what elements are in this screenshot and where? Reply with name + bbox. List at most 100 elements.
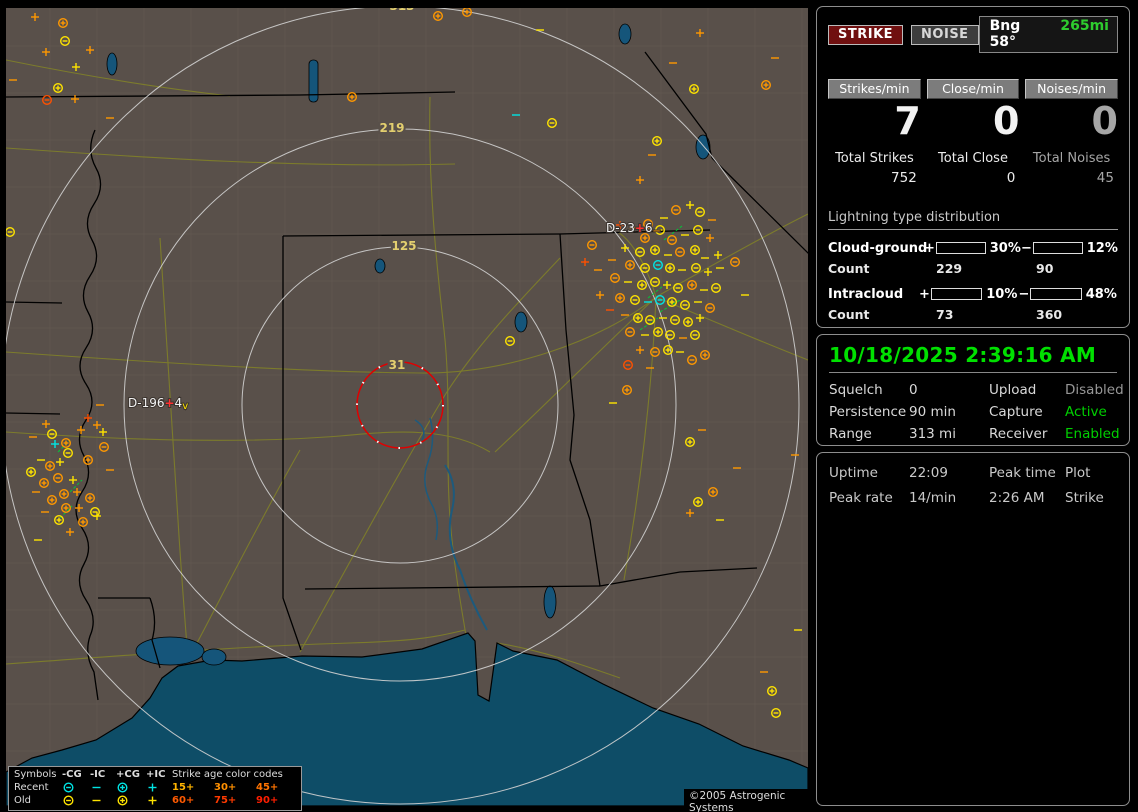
strikes-per-min-button[interactable]: Strikes/min bbox=[828, 79, 921, 99]
legend-recent-pos-cg-icon bbox=[116, 781, 146, 794]
legend-col-pos-ic: +IC bbox=[146, 769, 172, 781]
receiver-status: Enabled bbox=[1065, 426, 1124, 442]
ic-positive-count: 73 bbox=[936, 307, 1036, 322]
svg-text:D-196+4v: D-196+4v bbox=[128, 396, 188, 412]
cg-positive-count: 229 bbox=[936, 261, 1036, 276]
intracloud-count-row: Count 73 360 bbox=[828, 307, 1118, 322]
legend-recent-neg-ic-icon bbox=[90, 781, 116, 794]
uptime-value: 22:09 bbox=[909, 465, 989, 481]
ic-positive-bar bbox=[931, 288, 982, 300]
legend-age-90: 90+ bbox=[256, 795, 296, 807]
legend-age-45: 45+ bbox=[256, 782, 296, 794]
cloud-ground-label: Cloud-ground bbox=[828, 241, 924, 256]
strikes-per-min-meter: Strikes/min 7 Total Strikes 752 bbox=[828, 79, 921, 186]
persistence-value: 90 min bbox=[909, 404, 989, 420]
upload-status: Disabled bbox=[1065, 382, 1124, 398]
noises-per-min-value: 0 bbox=[1025, 101, 1118, 143]
total-close-label: Total Close bbox=[927, 151, 1020, 166]
legend-row-recent-label: Recent bbox=[14, 782, 62, 794]
range-value: 313 mi bbox=[909, 426, 989, 442]
app-window: 31321912531 D-23+6−D-196+4v Symbols -CG … bbox=[0, 0, 1138, 812]
noise-button[interactable]: NOISE bbox=[911, 25, 979, 45]
cg-negative-bar bbox=[1033, 242, 1083, 254]
ic-negative-pct: 48% bbox=[1084, 287, 1118, 302]
ic-positive-pct: 10% bbox=[984, 287, 1018, 302]
range-label: Range bbox=[829, 426, 909, 442]
bearing-distance: 265mi bbox=[1048, 18, 1109, 50]
total-noises-value: 45 bbox=[1025, 170, 1118, 186]
legend-col-pos-cg: +CG bbox=[116, 769, 146, 781]
minus-sign: − bbox=[1018, 287, 1028, 302]
cg-positive-bar bbox=[936, 242, 986, 254]
svg-text:219: 219 bbox=[379, 121, 404, 135]
strike-counters-box: STRIKE NOISE Bng 58° 265mi Strikes/min 7… bbox=[816, 6, 1130, 328]
legend-old-neg-cg-icon bbox=[62, 794, 90, 807]
close-per-min-button[interactable]: Close/min bbox=[927, 79, 1020, 99]
cloud-ground-row: Cloud-ground + 30% − 12% bbox=[828, 241, 1118, 256]
legend-old-pos-ic-icon bbox=[146, 794, 172, 807]
legend-age-60: 60+ bbox=[172, 795, 214, 807]
plus-sign: + bbox=[924, 241, 934, 256]
legend-age-15: 15+ bbox=[172, 782, 214, 794]
persistence-label: Persistence bbox=[829, 404, 909, 420]
legend-age-75: 75+ bbox=[214, 795, 256, 807]
session-stats-box: Uptime 22:09 Peak time Plot Peak rate 14… bbox=[816, 452, 1130, 806]
peak-time-value: 2:26 AM bbox=[989, 490, 1065, 506]
bearing-value: Bng 58° bbox=[990, 18, 1049, 50]
plot-label: Plot bbox=[1065, 465, 1117, 481]
peak-rate-value: 14/min bbox=[909, 490, 989, 506]
close-per-min-meter: Close/min 0 Total Close 0 bbox=[927, 79, 1020, 186]
receiver-status-box: 10/18/2025 2:39:16 AM Squelch 0 Upload D… bbox=[816, 334, 1130, 446]
strikes-per-min-value: 7 bbox=[828, 101, 921, 143]
total-strikes-label: Total Strikes bbox=[828, 151, 921, 166]
count-label: Count bbox=[828, 261, 924, 276]
legend-symbols-label: Symbols bbox=[14, 769, 62, 781]
cg-negative-pct: 12% bbox=[1085, 241, 1118, 256]
status-panel: STRIKE NOISE Bng 58° 265mi Strikes/min 7… bbox=[814, 0, 1138, 812]
legend-col-neg-cg: -CG bbox=[62, 769, 90, 781]
svg-text:31: 31 bbox=[389, 358, 406, 372]
symbols-legend: Symbols -CG -IC +CG +IC Strike age color… bbox=[8, 766, 302, 811]
legend-age-title: Strike age color codes bbox=[172, 769, 296, 781]
divider bbox=[829, 372, 1117, 373]
intracloud-row: Intracloud + 10% − 48% bbox=[828, 287, 1118, 302]
legend-col-neg-ic: -IC bbox=[90, 769, 116, 781]
count-label: Count bbox=[828, 307, 924, 322]
total-strikes-value: 752 bbox=[828, 170, 921, 186]
lightning-map[interactable]: 31321912531 D-23+6−D-196+4v Symbols -CG … bbox=[0, 0, 812, 812]
legend-old-neg-ic-icon bbox=[90, 794, 116, 807]
capture-label: Capture bbox=[989, 404, 1065, 420]
distribution-title: Lightning type distribution bbox=[828, 210, 1118, 230]
receiver-label: Receiver bbox=[989, 426, 1065, 442]
legend-recent-pos-ic-icon bbox=[146, 781, 172, 794]
noises-per-min-meter: Noises/min 0 Total Noises 45 bbox=[1025, 79, 1118, 186]
strike-button[interactable]: STRIKE bbox=[828, 25, 903, 45]
squelch-value: 0 bbox=[909, 382, 989, 398]
noises-per-min-button[interactable]: Noises/min bbox=[1025, 79, 1118, 99]
legend-old-pos-cg-icon bbox=[116, 794, 146, 807]
copyright-text: ©2005 Astrogenic Systems bbox=[684, 789, 812, 812]
upload-label: Upload bbox=[989, 382, 1065, 398]
peak-time-label: Peak time bbox=[989, 465, 1065, 481]
minus-sign: − bbox=[1021, 241, 1031, 256]
plot-mode-value: Strike bbox=[1065, 490, 1117, 506]
uptime-label: Uptime bbox=[829, 465, 909, 481]
squelch-label: Squelch bbox=[829, 382, 909, 398]
plus-sign: + bbox=[919, 287, 929, 302]
total-close-value: 0 bbox=[927, 170, 1020, 186]
bearing-readout: Bng 58° 265mi bbox=[979, 16, 1118, 53]
ic-negative-bar bbox=[1030, 288, 1081, 300]
cloud-ground-count-row: Count 229 90 bbox=[828, 261, 1118, 276]
map-canvas[interactable]: 31321912531 D-23+6−D-196+4v bbox=[0, 0, 812, 812]
intracloud-label: Intracloud bbox=[828, 287, 919, 302]
legend-age-30: 30+ bbox=[214, 782, 256, 794]
peak-rate-label: Peak rate bbox=[829, 490, 909, 506]
capture-status: Active bbox=[1065, 404, 1124, 420]
cg-positive-pct: 30% bbox=[988, 241, 1021, 256]
legend-recent-neg-cg-icon bbox=[62, 781, 90, 794]
legend-row-old-label: Old bbox=[14, 795, 62, 807]
datetime-display: 10/18/2025 2:39:16 AM bbox=[829, 343, 1117, 367]
close-per-min-value: 0 bbox=[927, 101, 1020, 143]
svg-text:125: 125 bbox=[391, 239, 416, 253]
cg-negative-count: 90 bbox=[1036, 261, 1053, 276]
